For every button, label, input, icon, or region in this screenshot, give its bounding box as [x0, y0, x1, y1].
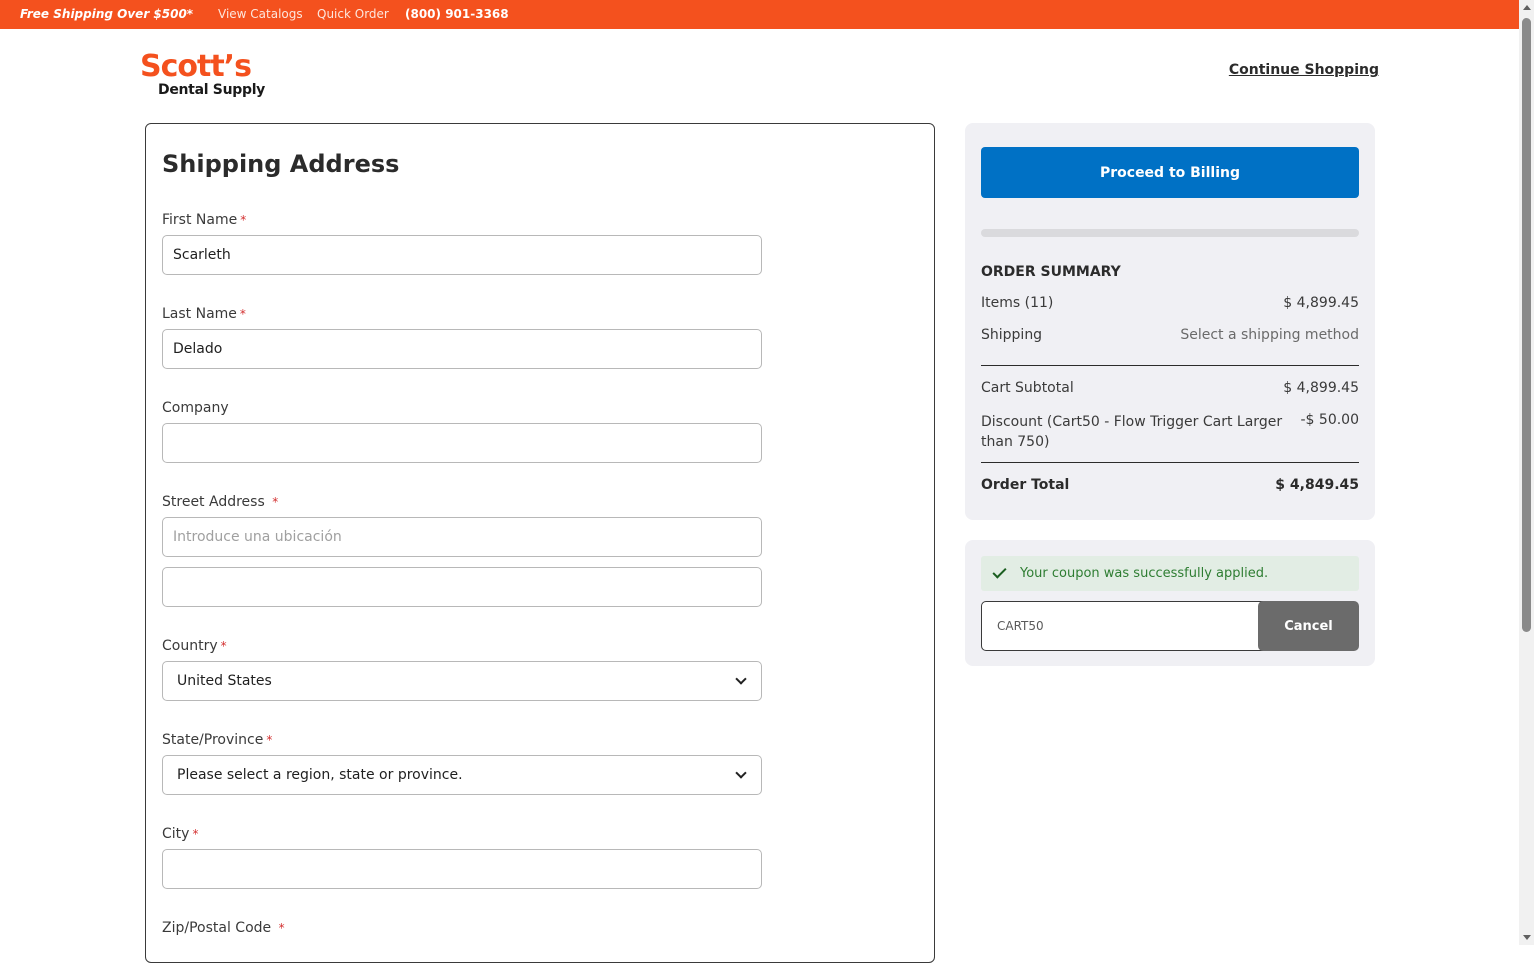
logo-wordmark: Scott’s — [140, 49, 252, 84]
items-row: Items (11) $ 4,899.45 — [981, 295, 1359, 311]
order-total-row: Order Total $ 4,849.45 — [981, 477, 1359, 493]
country-selected-value: United States — [177, 673, 272, 689]
discount-value: -$ 50.00 — [1300, 412, 1360, 428]
page-scrollbar[interactable] — [1519, 0, 1534, 945]
city-label: City * — [162, 826, 199, 842]
summary-divider — [981, 462, 1359, 463]
promo-bar: Free Shipping Over $500* View Catalogs Q… — [0, 0, 1519, 29]
last-name-field[interactable]: Delado — [162, 329, 762, 369]
company-label: Company — [162, 400, 229, 416]
order-total-label: Order Total — [981, 477, 1070, 493]
logo-subtitle: Dental Supply — [158, 82, 266, 98]
page-title: Shipping Address — [162, 150, 400, 178]
scroll-up-icon[interactable] — [1523, 5, 1531, 10]
required-mark: * — [278, 921, 285, 935]
first-name-field[interactable]: Scarleth — [162, 235, 762, 275]
coupon-success-message: Your coupon was successfully applied. — [981, 556, 1359, 591]
first-name-label: First Name * — [162, 212, 247, 228]
required-mark: * — [220, 639, 227, 653]
coupon-success-text: Your coupon was successfully applied. — [1020, 566, 1269, 581]
last-name-label: Last Name * — [162, 306, 246, 322]
coupon-code-field[interactable]: CART50 — [981, 601, 1281, 651]
discount-label: Discount (Cart50 - Flow Trigger Cart Lar… — [981, 414, 1283, 450]
city-field[interactable] — [162, 849, 762, 889]
shipping-address-form: Shipping Address First Name * Scarleth La… — [145, 123, 935, 963]
shipping-value: Select a shipping method — [1180, 327, 1359, 343]
checkout-progress-bar — [981, 229, 1359, 237]
quick-order-link[interactable]: Quick Order — [317, 7, 389, 21]
subtotal-row: Cart Subtotal $ 4,899.45 — [981, 380, 1359, 396]
items-label: Items (11) — [981, 295, 1054, 311]
chevron-down-icon — [735, 673, 747, 685]
subtotal-label: Cart Subtotal — [981, 380, 1074, 396]
zip-label: Zip/Postal Code * — [162, 920, 285, 936]
items-value: $ 4,899.45 — [1283, 295, 1359, 311]
order-summary-title: ORDER SUMMARY — [981, 264, 1121, 280]
state-label: State/Province * — [162, 732, 273, 748]
continue-shopping-link[interactable]: Continue Shopping — [1229, 62, 1379, 78]
coupon-panel: Your coupon was successfully applied. CA… — [965, 540, 1375, 666]
chevron-down-icon — [735, 767, 747, 779]
required-mark: * — [239, 307, 246, 321]
subtotal-value: $ 4,899.45 — [1283, 380, 1359, 396]
brand-logo[interactable]: Scott’s Dental Supply — [140, 50, 270, 100]
view-catalogs-link[interactable]: View Catalogs — [218, 7, 303, 21]
street-address-line2-field[interactable] — [162, 567, 762, 607]
scroll-down-icon[interactable] — [1523, 935, 1531, 940]
shipping-row: Shipping Select a shipping method — [981, 327, 1359, 343]
free-shipping-promo: Free Shipping Over $500* — [20, 7, 194, 21]
phone-link[interactable]: (800) 901-3368 — [405, 7, 509, 21]
summary-divider — [981, 365, 1359, 366]
street-address-label: Street Address * — [162, 494, 279, 510]
state-selected-value: Please select a region, state or provinc… — [177, 767, 463, 783]
country-select[interactable]: United States — [162, 661, 762, 701]
scrollbar-thumb[interactable] — [1522, 18, 1531, 632]
order-total-value: $ 4,849.45 — [1275, 477, 1359, 493]
cancel-coupon-button[interactable]: Cancel — [1258, 601, 1359, 651]
checkmark-icon — [992, 564, 1007, 579]
street-address-field[interactable]: Introduce una ubicación — [162, 517, 762, 557]
proceed-to-billing-button[interactable]: Proceed to Billing — [981, 147, 1359, 198]
required-mark: * — [266, 733, 273, 747]
country-label: Country * — [162, 638, 227, 654]
required-mark: * — [240, 213, 247, 227]
shipping-label: Shipping — [981, 327, 1043, 343]
required-mark: * — [192, 827, 199, 841]
company-field[interactable] — [162, 423, 762, 463]
required-mark: * — [272, 495, 279, 509]
state-select[interactable]: Please select a region, state or provinc… — [162, 755, 762, 795]
order-summary-panel: Proceed to Billing ORDER SUMMARY Items (… — [965, 123, 1375, 520]
